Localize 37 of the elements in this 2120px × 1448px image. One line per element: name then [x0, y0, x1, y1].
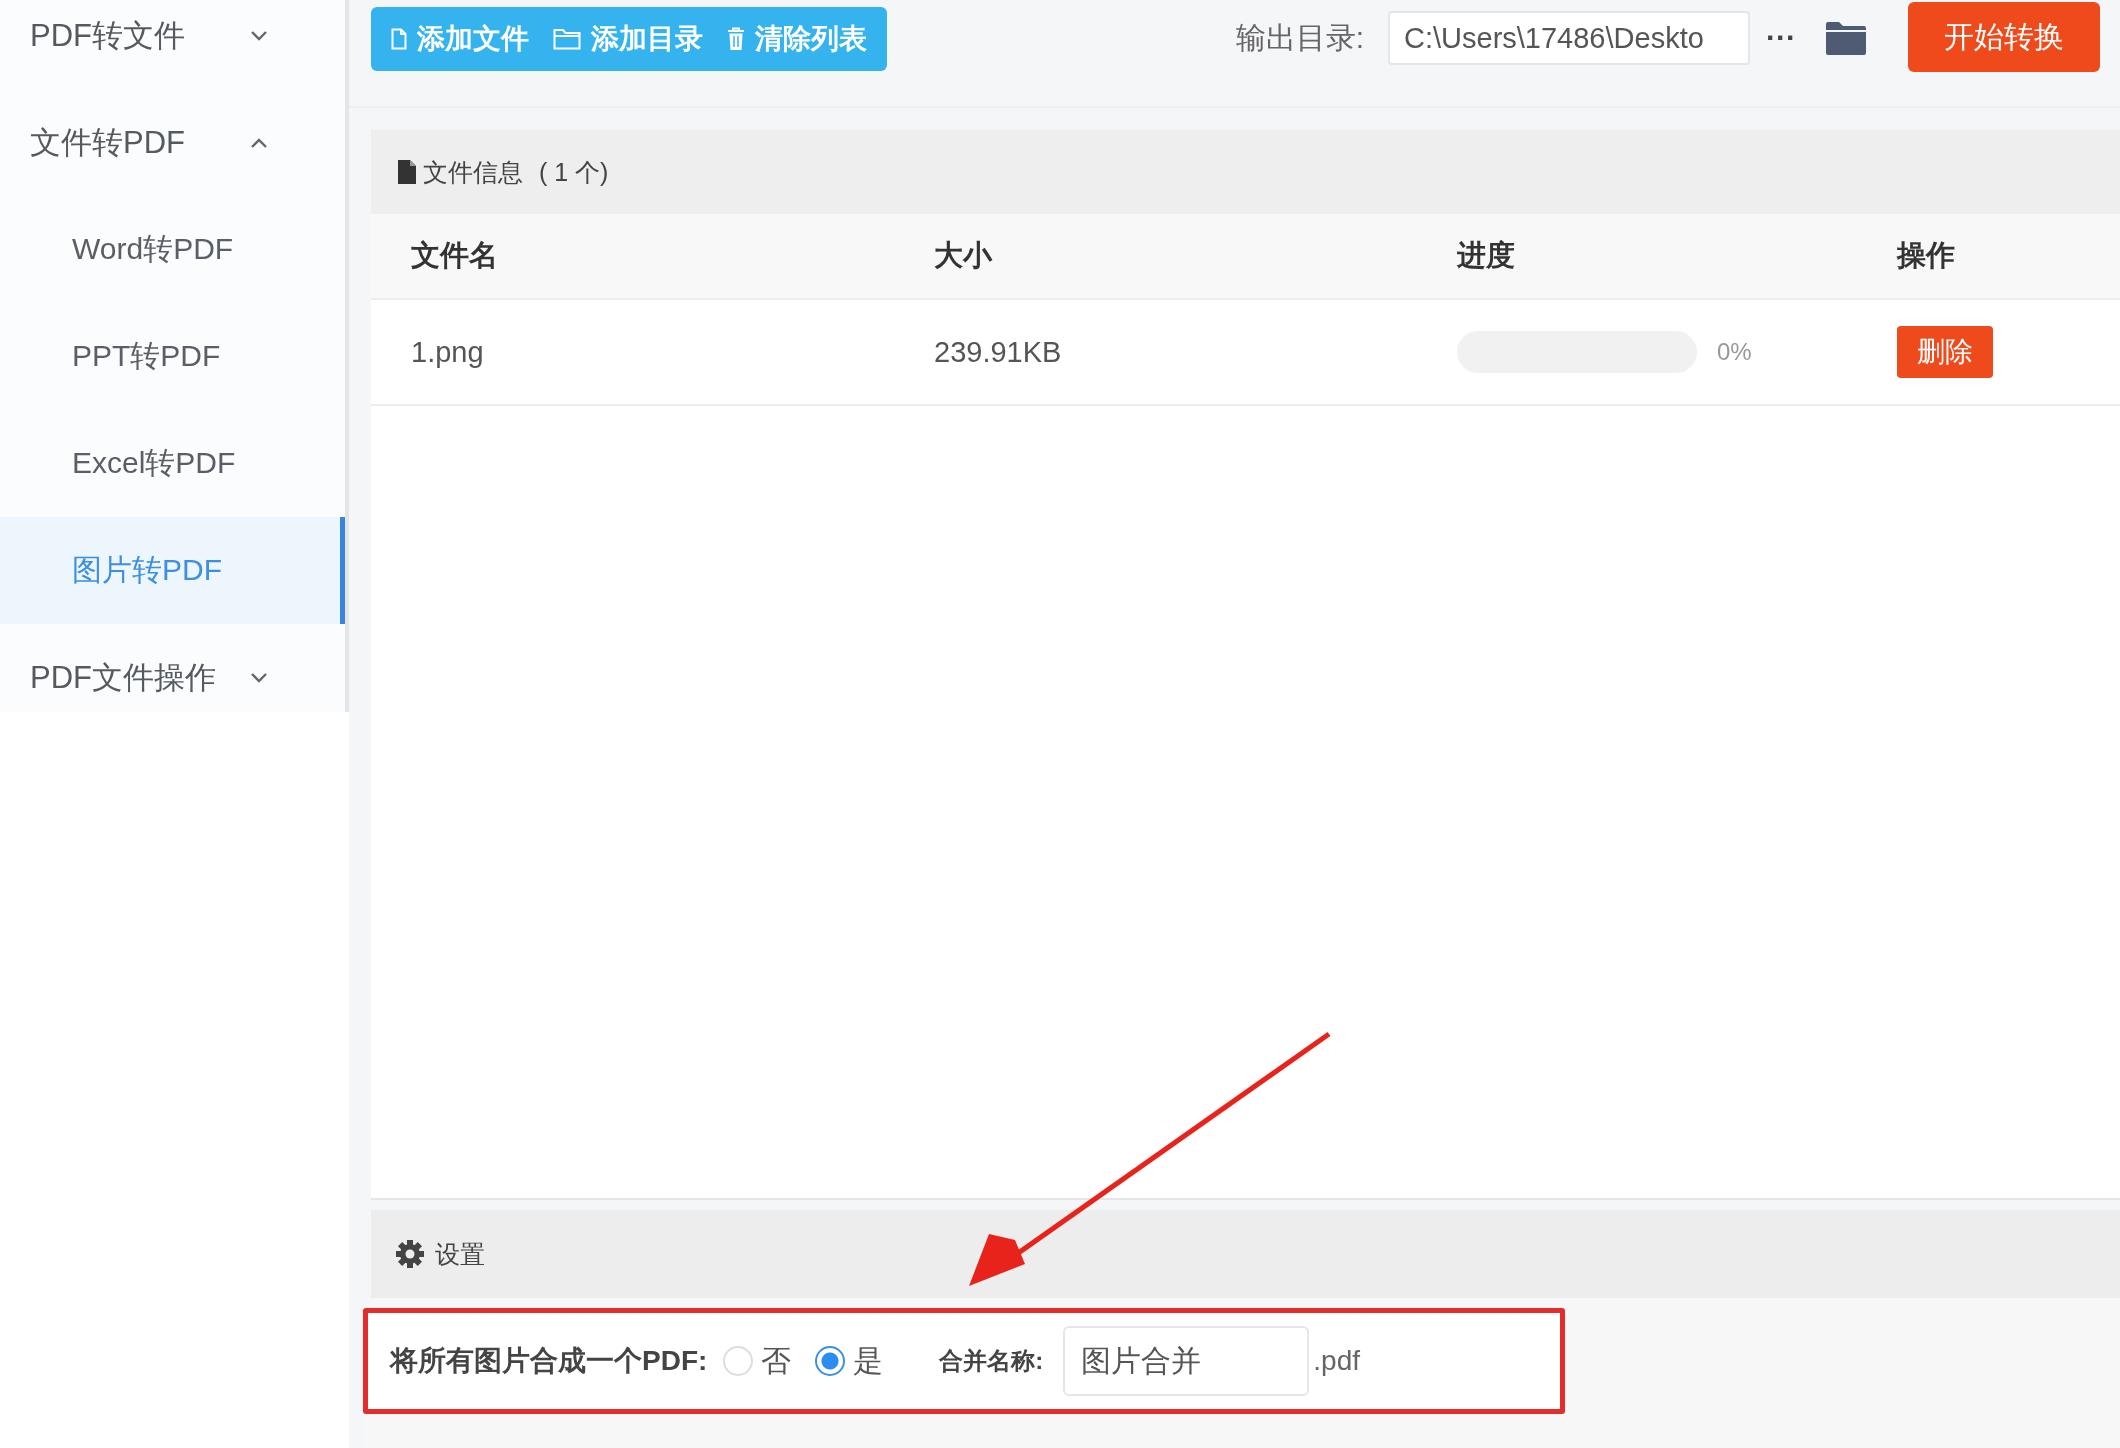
gear-icon [395, 1239, 425, 1269]
start-button[interactable]: 开始转换 [1908, 2, 2100, 72]
column-header: 进度 [1457, 238, 1516, 273]
sidebar-item[interactable]: PPT转PDF [0, 303, 345, 410]
output-label: 输出目录: [1235, 19, 1364, 56]
radio-option[interactable]: 否 [723, 1340, 792, 1382]
file-count: ( 1 个) [539, 156, 609, 188]
chevron-icon [249, 29, 269, 42]
folder-icon[interactable] [1824, 20, 1868, 56]
folder-icon [553, 28, 581, 50]
radio-option[interactable]: 是 [815, 1340, 884, 1382]
file-name-cell-text: 1.png [411, 335, 485, 369]
sidebar-group[interactable]: PDF文件操作 [0, 624, 345, 731]
column-header: 文件名 [411, 238, 499, 273]
progress-reading: 0% [1717, 338, 1752, 366]
panel-title: 文件信息 [423, 156, 523, 188]
sidebar-item[interactable]: Word转PDF [0, 196, 345, 303]
sidebar-group[interactable]: 文件转PDF [0, 89, 345, 196]
output-path-field[interactable]: C:\Users\17486\Deskto [1388, 11, 1750, 65]
more-button[interactable]: ··· [1760, 20, 1802, 56]
merge-name-field[interactable]: 图片合并 [1063, 1326, 1310, 1396]
merge-name-label: 合并名称: [939, 1346, 1044, 1376]
file-extension: .pdf [1313, 1345, 1361, 1377]
radio-button[interactable] [815, 1346, 846, 1376]
column-header: 大小 [934, 238, 994, 273]
column-header: 操作 [1897, 238, 1956, 273]
chevron-icon [249, 136, 269, 149]
settings-title: 设置 [435, 1238, 485, 1270]
sidebar-item[interactable]: Excel转PDF [0, 410, 345, 517]
chevron-icon [249, 671, 269, 684]
file-icon [391, 28, 407, 50]
sidebar-group[interactable]: PDF转文件 [0, 0, 345, 89]
document-icon [397, 159, 417, 185]
trash-icon [727, 27, 745, 51]
option-label: 将所有图片合成一个PDF: [390, 1344, 708, 1378]
delete-button[interactable]: 删除 [1897, 326, 1993, 378]
file-size-cell-text: 239.91KB [934, 335, 1063, 369]
